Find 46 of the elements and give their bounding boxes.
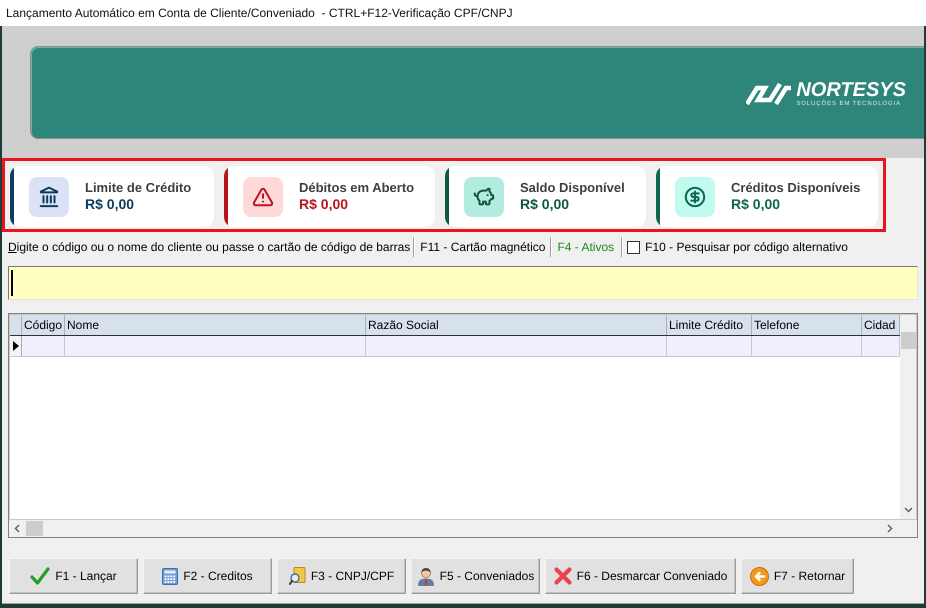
calculator-icon [162,568,178,584]
vertical-scrollbar[interactable] [900,315,916,519]
card-amount: R$ 0,00 [85,196,136,213]
checkbox-label: F10 - Pesquisar por código alternativo [645,239,848,256]
magnifier-document-icon [288,567,306,585]
column-header: Telefone [752,315,862,335]
shortcut-hint: F4 - Ativos [556,239,616,256]
bank-icon [29,176,69,216]
row-pointer-icon [12,341,18,351]
warning-icon [243,176,283,216]
cross-icon [554,567,572,585]
logo-mark-icon [746,82,792,104]
horizontal-scrollbar[interactable] [9,520,917,537]
checkmark-icon [30,567,50,585]
card-label: Saldo Disponível [520,180,625,196]
card-amount: R$ 0,00 [520,196,570,213]
piggy-bank-icon [464,176,504,216]
card-label: Débitos em Aberto [299,180,414,196]
members-button[interactable]: F5 - Conveniados [411,558,540,594]
credits-button[interactable]: F2 - Creditos [143,558,272,594]
unmark-member-button[interactable]: F6 - Desmarcar Conveniado [545,558,736,594]
card-amount: R$ 0,00 [731,196,782,213]
checkbox[interactable] [627,240,640,254]
dollar-coin-icon [675,176,715,216]
scrollbar-thumb[interactable] [26,521,43,536]
shortcut-hint: F11 - Cartão magnético [419,239,546,256]
card-amount: R$ 0,00 [299,196,350,213]
chevron-right-icon[interactable] [887,524,893,533]
search-instructions: Digite o código ou o nome do cliente ou passe o cartão de código de barras [8,239,410,256]
search-field[interactable] [8,266,918,300]
column-header: Nome [65,315,366,335]
window-title: Lançamento Automático em Conta de Cliente/Conveniado - CTRL+F12-Verificação CPF/CNPJ [6,5,513,22]
column-header: Limite Crédito [667,315,752,335]
return-button[interactable]: F7 - Retornar [741,558,854,594]
chevron-left-icon[interactable] [14,524,20,533]
cnpj-cpf-button[interactable]: F3 - CNPJ/CPF [277,558,406,594]
text-cursor [11,270,13,296]
column-header: Código [22,315,65,335]
scrollbar-thumb[interactable] [900,332,916,349]
card-label: Créditos Disponíveis [731,180,860,196]
logo-wordmark: NORTESYS [796,80,906,100]
card-label: Limite de Crédito [85,180,192,196]
chevron-down-icon[interactable] [904,507,912,513]
post-button[interactable]: F1 - Lançar [9,558,138,594]
column-header: Razão Social [366,315,667,335]
person-icon [416,566,435,586]
